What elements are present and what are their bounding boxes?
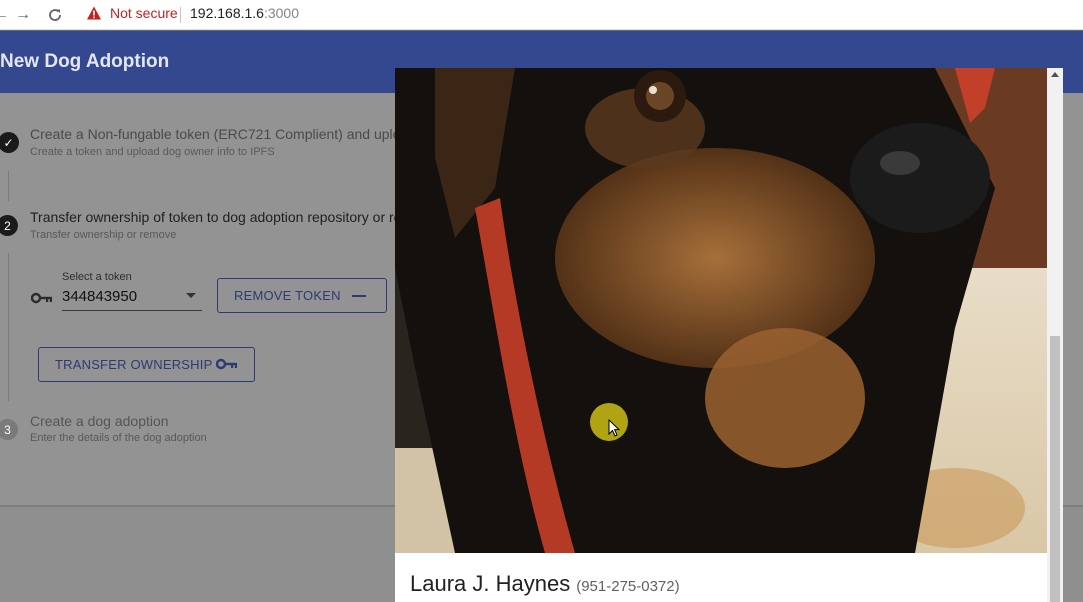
forward-arrow-icon[interactable]: → — [12, 4, 34, 26]
step-1-subtitle: Create a token and upload dog owner info… — [30, 146, 275, 158]
dropdown-caret-icon — [186, 293, 196, 298]
mouse-pointer-icon — [608, 419, 620, 437]
address-bar[interactable]: 192.168.1.6:3000 — [190, 5, 299, 21]
key-icon — [216, 358, 237, 370]
back-arrow-icon[interactable]: ← — [0, 4, 12, 26]
owner-info: Laura J. Haynes (951-275-0372) — [410, 571, 680, 597]
warning-icon — [87, 6, 101, 20]
url-port: :3000 — [263, 5, 300, 21]
remove-token-label: REMOVE TOKEN — [234, 288, 341, 303]
transfer-ownership-button[interactable]: TRANSFER OWNERSHIP — [38, 347, 255, 382]
remove-token-button[interactable]: REMOVE TOKEN — [217, 278, 387, 313]
token-select[interactable]: 344843950 — [62, 285, 202, 311]
browser-toolbar: ← → Not secure 192.168.1.6:3000 — [0, 0, 1083, 30]
transfer-ownership-label: TRANSFER OWNERSHIP — [55, 357, 213, 372]
scroll-thumb[interactable] — [1050, 336, 1060, 602]
step-3-number: 3 — [4, 422, 11, 437]
token-select-label: Select a token — [62, 271, 132, 283]
dog-photo — [395, 68, 1047, 553]
token-select-value: 344843950 — [62, 288, 138, 305]
scroll-up-arrow-icon[interactable] — [1051, 72, 1059, 77]
step-2-title: Transfer ownership of token to dog adopt… — [30, 209, 414, 225]
key-icon — [31, 292, 52, 304]
owner-phone: (951-275-0372) — [576, 578, 680, 595]
security-indicator[interactable]: Not secure — [86, 5, 178, 21]
step-2-number: 2 — [4, 218, 11, 233]
step-1-title: Create a Non-fungable token (ERC721 Comp… — [30, 126, 417, 142]
step-3-subtitle: Enter the details of the dog adoption — [30, 432, 207, 444]
step-connector — [8, 253, 9, 401]
address-separator — [180, 7, 181, 23]
security-label: Not secure — [110, 5, 178, 21]
step-connector — [8, 171, 9, 201]
modal-scrollbar[interactable] — [1047, 68, 1063, 602]
minus-icon — [352, 295, 366, 297]
step-3-title: Create a dog adoption — [30, 413, 169, 429]
owner-name: Laura J. Haynes — [410, 571, 571, 596]
url-host: 192.168.1.6 — [190, 5, 264, 21]
reload-icon[interactable] — [44, 4, 66, 26]
page-title: New Dog Adoption — [0, 51, 170, 72]
step-2-subtitle: Transfer ownership or remove — [30, 229, 177, 241]
dog-details-modal: Laura J. Haynes (951-275-0372) — [395, 68, 1063, 602]
